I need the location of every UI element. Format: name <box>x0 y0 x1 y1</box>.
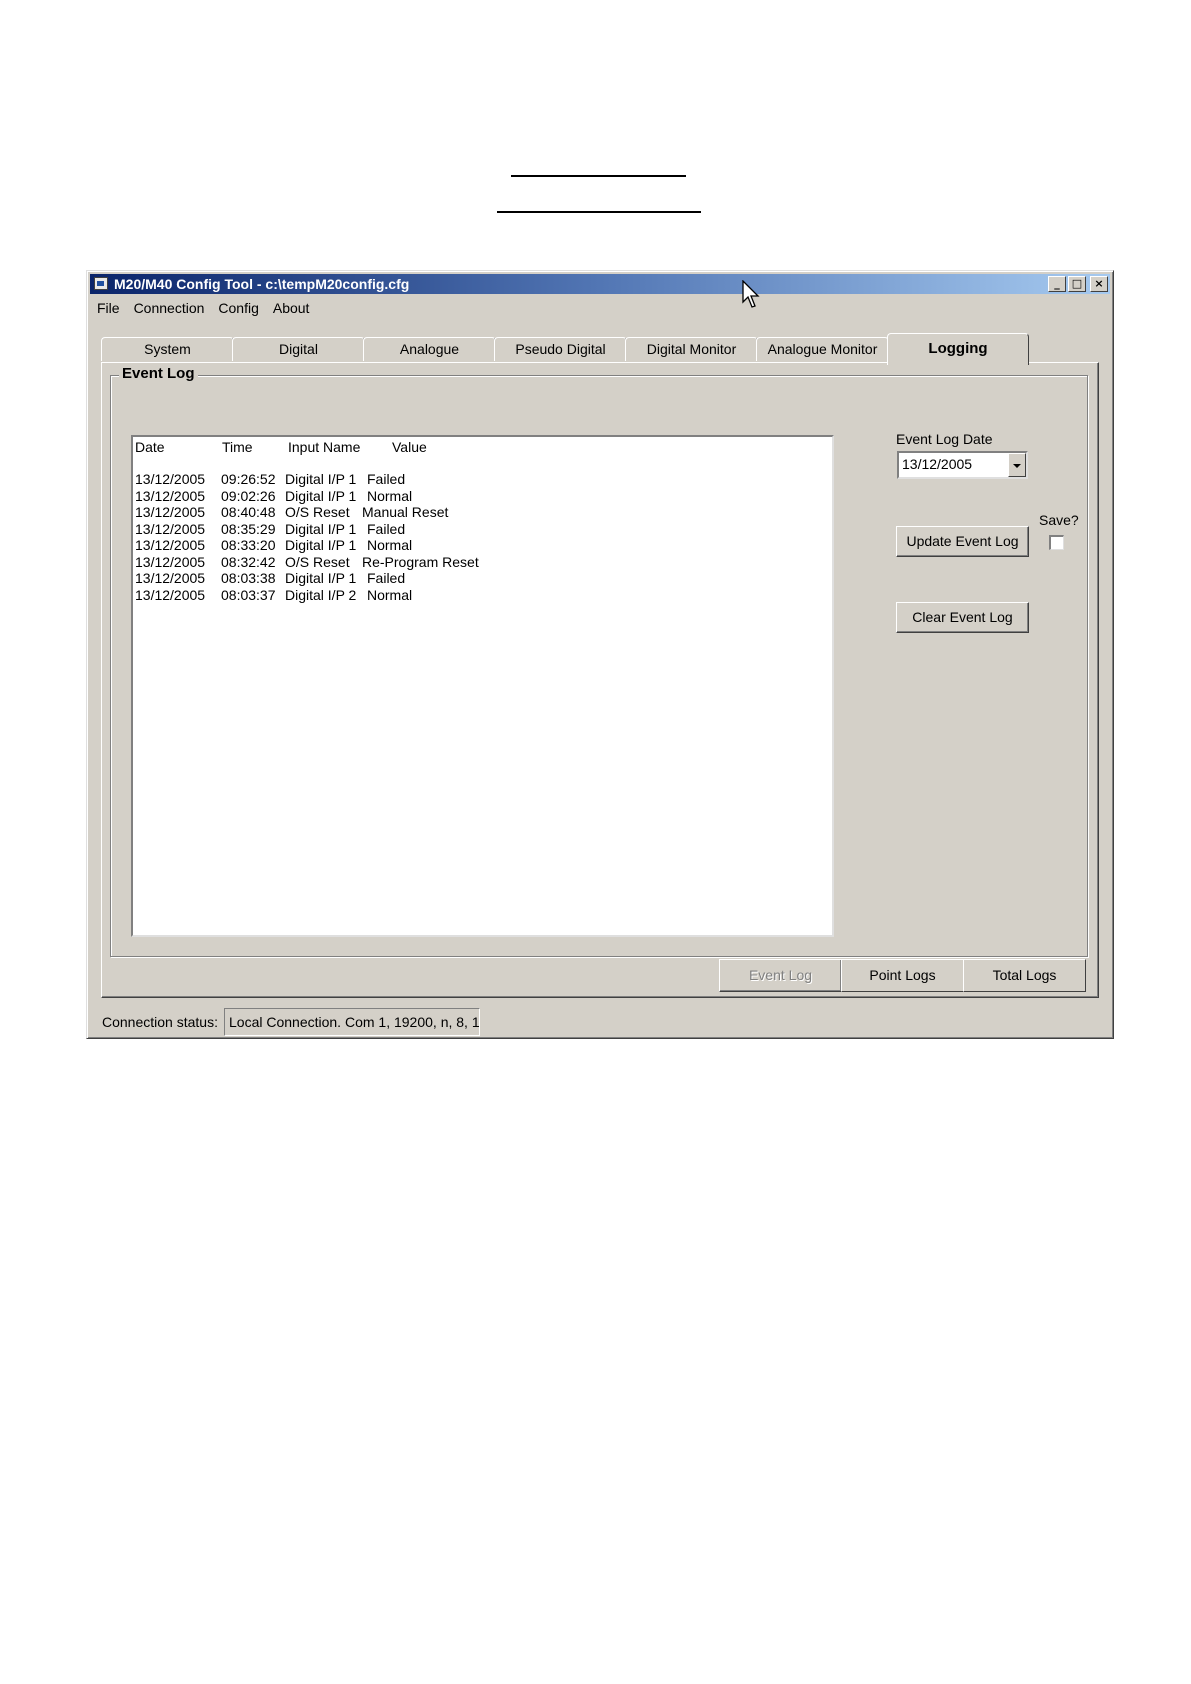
log-cell-date: 13/12/2005 <box>135 487 206 504</box>
event-log-date-label: Event Log Date <box>896 431 993 447</box>
tab-digital[interactable]: Digital <box>232 337 365 361</box>
log-cell-value: Failed <box>367 471 406 487</box>
log-cell-date: 13/12/2005 <box>135 570 206 586</box>
update-event-log-button[interactable]: Update Event Log <box>896 526 1029 557</box>
log-cell-value: Failed <box>367 570 406 586</box>
minimize-button[interactable]: _ <box>1048 276 1066 292</box>
connection-status-label: Connection status: <box>102 1014 218 1030</box>
log-cell-input-name: O/S Reset <box>285 504 350 520</box>
log-row[interactable]: 13/12/2005 08:40:48 O/S Reset Manual Res… <box>135 504 825 521</box>
event-log-date-select[interactable]: 13/12/2005 <box>897 451 1028 479</box>
save-checkbox[interactable] <box>1049 535 1064 550</box>
log-cell-value: Re-Program Reset <box>362 553 479 570</box>
log-cell-date: 13/12/2005 <box>135 586 206 603</box>
document-rule-top <box>511 175 686 177</box>
log-row[interactable]: 13/12/2005 08:32:42 O/S Reset Re-Program… <box>135 554 825 571</box>
tab-pseudo-digital[interactable]: Pseudo Digital <box>494 337 627 361</box>
menu-file[interactable]: File <box>90 298 127 318</box>
tab-system[interactable]: System <box>101 337 234 361</box>
log-cell-time: 08:32:42 <box>221 553 276 570</box>
log-cell-time: 09:02:26 <box>221 487 276 504</box>
event-log-group-title: Event Log <box>119 365 198 382</box>
log-row[interactable]: 13/12/2005 08:33:20 Digital I/P 1 Normal <box>135 537 825 554</box>
tab-analogue[interactable]: Analogue <box>363 337 496 361</box>
log-row[interactable]: 13/12/2005 09:26:52 Digital I/P 1 Failed <box>135 471 825 488</box>
log-rows: 13/12/2005 09:26:52 Digital I/P 1 Failed… <box>135 471 825 603</box>
log-header-date: Date <box>135 439 165 455</box>
log-row[interactable]: 13/12/2005 08:35:29 Digital I/P 1 Failed <box>135 521 825 538</box>
menu-connection[interactable]: Connection <box>127 298 212 318</box>
menu-about[interactable]: About <box>266 298 317 318</box>
mouse-pointer-icon <box>742 280 760 308</box>
title-bar[interactable]: M20/M40 Config Tool - c:\tempM20config.c… <box>90 274 1110 294</box>
log-header-value: Value <box>392 439 427 455</box>
event-log-list[interactable]: Date Time Input Name Value 13/12/2005 09… <box>131 435 834 937</box>
window-controls: _ □ × <box>1048 276 1108 292</box>
log-cell-input-name: Digital I/P 2 <box>285 586 357 603</box>
log-cell-time: 08:33:20 <box>221 537 276 553</box>
log-cell-date: 13/12/2005 <box>135 504 206 520</box>
log-row[interactable]: 13/12/2005 09:02:26 Digital I/P 1 Normal <box>135 488 825 505</box>
log-cell-input-name: O/S Reset <box>285 553 350 570</box>
log-cell-time: 08:40:48 <box>221 504 276 520</box>
log-cell-time: 08:03:37 <box>221 586 276 603</box>
log-cell-input-name: Digital I/P 1 <box>285 520 357 537</box>
log-cell-date: 13/12/2005 <box>135 537 206 553</box>
app-icon[interactable] <box>94 277 108 290</box>
tab-strip: System Digital Analogue Pseudo Digital D… <box>101 333 1099 365</box>
event-log-view-button[interactable]: Event Log <box>719 959 842 992</box>
log-cell-time: 08:35:29 <box>221 520 276 537</box>
tab-digital-monitor[interactable]: Digital Monitor <box>625 337 758 361</box>
close-button[interactable]: × <box>1090 276 1108 292</box>
log-cell-value: Manual Reset <box>362 504 449 520</box>
log-cell-input-name: Digital I/P 1 <box>285 487 357 504</box>
menu-bar: File Connection Config About <box>90 298 316 318</box>
log-header-input-name: Input Name <box>288 439 361 455</box>
clear-event-log-button[interactable]: Clear Event Log <box>896 602 1029 633</box>
log-cell-value: Normal <box>367 487 413 504</box>
point-logs-button[interactable]: Point Logs <box>841 959 964 992</box>
log-cell-date: 13/12/2005 <box>135 520 206 537</box>
chevron-down-icon[interactable] <box>1008 453 1026 477</box>
log-cell-value: Failed <box>367 520 406 537</box>
log-cell-date: 13/12/2005 <box>135 471 206 487</box>
log-cell-value: Normal <box>367 586 413 603</box>
log-cell-time: 08:03:38 <box>221 570 276 586</box>
save-label: Save? <box>1039 512 1079 528</box>
tab-logging[interactable]: Logging <box>887 333 1029 365</box>
log-row[interactable]: 13/12/2005 08:03:38 Digital I/P 1 Failed <box>135 570 825 587</box>
menu-config[interactable]: Config <box>211 298 265 318</box>
total-logs-button[interactable]: Total Logs <box>963 959 1086 992</box>
log-cell-time: 09:26:52 <box>221 471 276 487</box>
maximize-button[interactable]: □ <box>1068 276 1086 292</box>
window-title: M20/M40 Config Tool - c:\tempM20config.c… <box>114 276 410 292</box>
connection-status-field: Local Connection. Com 1, 19200, n, 8, 1. <box>224 1008 480 1036</box>
log-header-time: Time <box>222 439 253 455</box>
log-cell-input-name: Digital I/P 1 <box>285 537 357 553</box>
log-cell-input-name: Digital I/P 1 <box>285 471 357 487</box>
document-rule-bottom <box>497 211 701 213</box>
event-log-date-value: 13/12/2005 <box>902 456 973 472</box>
log-cell-input-name: Digital I/P 1 <box>285 570 357 586</box>
log-cell-date: 13/12/2005 <box>135 553 206 570</box>
log-cell-value: Normal <box>367 537 413 553</box>
tab-analogue-monitor[interactable]: Analogue Monitor <box>756 337 889 361</box>
log-row[interactable]: 13/12/2005 08:03:37 Digital I/P 2 Normal <box>135 587 825 604</box>
